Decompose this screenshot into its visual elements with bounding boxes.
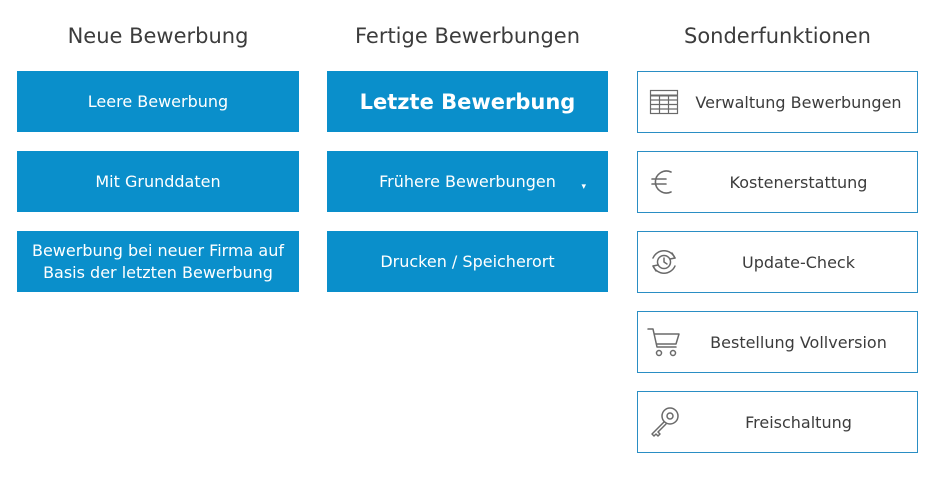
letzte-bewerbung-button[interactable]: Letzte Bewerbung — [327, 71, 608, 132]
freischaltung-label: Freischaltung — [745, 412, 852, 432]
fruehere-bewerbungen-button[interactable]: Frühere Bewerbungen ▾ — [327, 151, 608, 212]
mit-grunddaten-button[interactable]: Mit Grunddaten — [17, 151, 299, 212]
mit-grunddaten-label: Mit Grunddaten — [95, 171, 221, 191]
column-title-fertige-bewerbungen: Fertige Bewerbungen — [354, 24, 581, 48]
kostenerstattung-label: Kostenerstattung — [729, 172, 868, 192]
column-title-neue-bewerbung: Neue Bewerbung — [67, 24, 249, 48]
key-icon — [646, 404, 682, 440]
drucken-speicherort-label: Drucken / Speicherort — [380, 251, 555, 271]
table-icon — [646, 84, 682, 120]
update-check-label: Update-Check — [742, 252, 855, 272]
column-title-sonderfunktionen: Sonderfunktionen — [683, 24, 871, 48]
verwaltung-bewerbungen-button[interactable]: Verwaltung Bewerbungen — [637, 71, 918, 133]
leere-bewerbung-label: Leere Bewerbung — [87, 91, 229, 111]
neue-firma-bewerbung-button[interactable]: Bewerbung bei neuer Firma auf Basis der … — [17, 231, 299, 292]
letzte-bewerbung-label: Letzte Bewerbung — [359, 89, 576, 114]
leere-bewerbung-button[interactable]: Leere Bewerbung — [17, 71, 299, 132]
update-clock-icon — [646, 244, 682, 280]
fruehere-bewerbungen-label: Frühere Bewerbungen — [379, 171, 556, 191]
update-check-button[interactable]: Update-Check — [637, 231, 918, 293]
verwaltung-bewerbungen-label: Verwaltung Bewerbungen — [695, 92, 902, 112]
euro-icon — [646, 164, 682, 200]
drucken-speicherort-button[interactable]: Drucken / Speicherort — [327, 231, 608, 292]
freischaltung-button[interactable]: Freischaltung — [637, 391, 918, 453]
cart-icon — [646, 324, 682, 360]
neue-firma-bewerbung-label: Bewerbung bei neuer Firma auf Basis der … — [31, 240, 284, 282]
chevron-down-icon: ▾ — [581, 181, 586, 192]
bestellung-vollversion-button[interactable]: Bestellung Vollversion — [637, 311, 918, 373]
kostenerstattung-button[interactable]: Kostenerstattung — [637, 151, 918, 213]
bestellung-vollversion-label: Bestellung Vollversion — [710, 332, 887, 352]
